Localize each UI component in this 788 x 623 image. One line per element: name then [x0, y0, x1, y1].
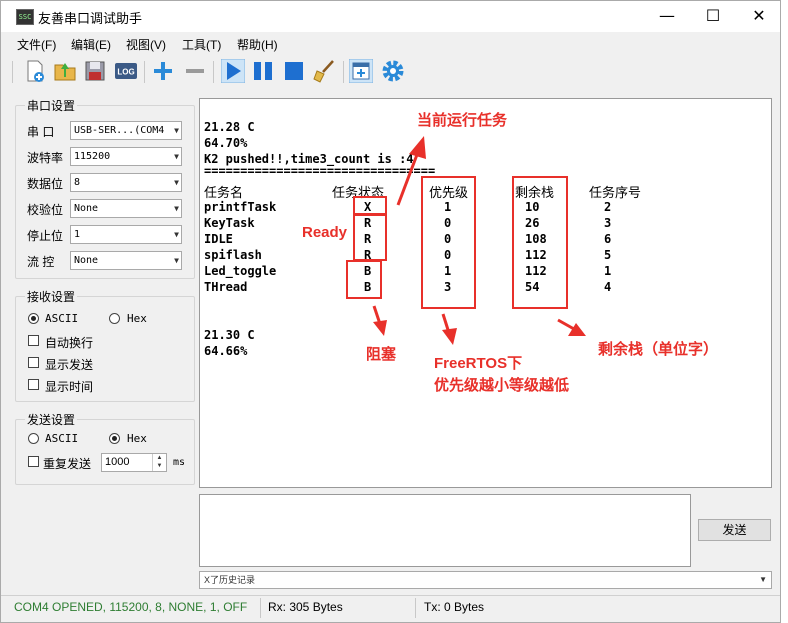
- parity-label: 校验位: [27, 203, 64, 217]
- rx-line: 64.70%: [204, 136, 248, 150]
- serial-settings-title: 串口设置: [25, 97, 78, 114]
- clear-broom-icon[interactable]: [313, 59, 337, 83]
- menu-view[interactable]: 视图(V): [126, 36, 166, 53]
- receive-settings-title: 接收设置: [25, 288, 78, 305]
- send-button[interactable]: 发送: [698, 519, 771, 541]
- play-icon[interactable]: [221, 59, 245, 83]
- save-icon[interactable]: [83, 59, 107, 83]
- receive-settings-group: [15, 296, 195, 402]
- annotation-stack: 剩余栈（单位字）: [598, 341, 719, 358]
- send-hex-radio[interactable]: [109, 433, 120, 444]
- header-taskname: 任务名: [204, 185, 244, 200]
- chevron-down-icon: ▼: [174, 230, 179, 239]
- priority-column-box: [421, 176, 476, 309]
- status-tx: Tx: 0 Bytes: [424, 600, 485, 614]
- send-ascii-label: ASCII: [45, 432, 79, 445]
- log-icon[interactable]: LOG: [114, 59, 138, 83]
- history-select[interactable]: X了历史记录 ▼: [199, 571, 772, 589]
- chevron-down-icon: ▼: [174, 256, 179, 265]
- databits-label: 数据位: [27, 177, 64, 191]
- flow-select[interactable]: None ▼: [70, 251, 182, 270]
- stopbits-select[interactable]: 1 ▼: [70, 225, 182, 244]
- port-label: 串 口: [27, 125, 55, 139]
- send-settings-group: [15, 419, 195, 485]
- send-hex-label: Hex: [127, 432, 147, 445]
- send-settings-title: 发送设置: [25, 411, 78, 428]
- baud-label: 波特率: [27, 151, 64, 165]
- annotation-blocked: 阻塞: [366, 346, 397, 363]
- showsend-label: 显示发送: [45, 358, 94, 372]
- send-ascii-radio[interactable]: [28, 433, 39, 444]
- background-edge: [781, 0, 788, 623]
- chevron-down-icon: ▼: [174, 126, 179, 135]
- send-textarea[interactable]: [199, 494, 691, 567]
- repeat-send-label: 重复发送: [43, 457, 92, 471]
- blocked-tasks-box: [346, 260, 382, 299]
- interval-unit: ms: [173, 457, 186, 468]
- app-icon: SSC: [16, 9, 34, 25]
- databits-select[interactable]: 8 ▼: [70, 173, 182, 192]
- ready-tasks-box: [353, 213, 387, 261]
- annotation-priority: 优先级越小等级越低: [434, 377, 570, 394]
- stepper-down-icon: ▼: [156, 463, 163, 469]
- rx-line: ================================: [204, 164, 436, 178]
- receive-area[interactable]: 21.28 C 64.70% K2 pushed!!,time3_count i…: [199, 98, 772, 488]
- header-number: 任务序号: [589, 185, 642, 200]
- maximize-button[interactable]: ☐: [690, 1, 736, 31]
- autowrap-checkbox[interactable]: [28, 335, 39, 346]
- toolbar: LOG: [1, 55, 780, 88]
- rx-line: 21.28 C: [204, 120, 255, 134]
- status-bar: COM4 OPENED, 115200, 8, NONE, 1, OFF Rx:…: [1, 595, 780, 622]
- menu-help[interactable]: 帮助(H): [237, 36, 278, 53]
- new-window-icon[interactable]: [349, 59, 373, 83]
- port-select[interactable]: USB-SER...(COM4 ▼: [70, 121, 182, 140]
- flow-label: 流 控: [27, 255, 55, 269]
- menu-tools[interactable]: 工具(T): [182, 36, 221, 53]
- baud-select[interactable]: 115200 ▼: [70, 147, 182, 166]
- repeat-send-checkbox[interactable]: [28, 456, 39, 467]
- receive-ascii-radio[interactable]: [28, 313, 39, 324]
- chevron-down-icon: ▼: [174, 152, 179, 161]
- pause-icon[interactable]: [251, 59, 275, 83]
- add-icon[interactable]: [151, 59, 175, 83]
- rx-line: 64.66%: [204, 344, 248, 358]
- settings-gear-icon[interactable]: [381, 59, 405, 83]
- stepper-up-icon: ▲: [156, 455, 163, 461]
- close-button[interactable]: ✕: [736, 1, 780, 31]
- annotation-freertos: FreeRTOS下: [434, 355, 523, 372]
- receive-hex-label: Hex: [127, 312, 147, 325]
- receive-hex-radio[interactable]: [109, 313, 120, 324]
- parity-select[interactable]: None ▼: [70, 199, 182, 218]
- svg-text:LOG: LOG: [117, 68, 134, 77]
- annotation-ready: Ready: [302, 224, 348, 241]
- remove-icon[interactable]: [183, 59, 207, 83]
- new-file-icon[interactable]: [23, 59, 47, 83]
- interval-stepper[interactable]: 1000 ▲ ▼: [101, 453, 167, 472]
- showtime-label: 显示时间: [45, 380, 94, 394]
- status-rx: Rx: 305 Bytes: [268, 600, 343, 614]
- receive-ascii-label: ASCII: [45, 312, 79, 325]
- app-window: SSC 友善串口调试助手 — ☐ ✕ 文件(F) 编辑(E) 视图(V) 工具(…: [0, 0, 781, 623]
- stack-column-box: [512, 176, 568, 309]
- annotation-running: 当前运行任务: [417, 112, 508, 129]
- window-title: 友善串口调试助手: [38, 11, 143, 26]
- showsend-checkbox[interactable]: [28, 357, 39, 368]
- rx-line: 21.30 C: [204, 328, 255, 342]
- title-bar: SSC 友善串口调试助手 — ☐ ✕: [1, 1, 780, 32]
- open-folder-icon[interactable]: [53, 59, 77, 83]
- chevron-down-icon: ▼: [174, 204, 179, 213]
- stopbits-label: 停止位: [27, 229, 64, 243]
- showtime-checkbox[interactable]: [28, 379, 39, 390]
- status-port: COM4 OPENED, 115200, 8, NONE, 1, OFF: [14, 600, 248, 614]
- autowrap-label: 自动换行: [45, 336, 94, 350]
- menu-bar: 文件(F) 编辑(E) 视图(V) 工具(T) 帮助(H): [1, 32, 780, 54]
- stop-icon[interactable]: [282, 59, 306, 83]
- menu-edit[interactable]: 编辑(E): [71, 36, 111, 53]
- chevron-down-icon: ▼: [174, 178, 179, 187]
- chevron-down-icon: ▼: [759, 575, 767, 584]
- menu-file[interactable]: 文件(F): [17, 36, 56, 53]
- minimize-button[interactable]: —: [644, 1, 690, 31]
